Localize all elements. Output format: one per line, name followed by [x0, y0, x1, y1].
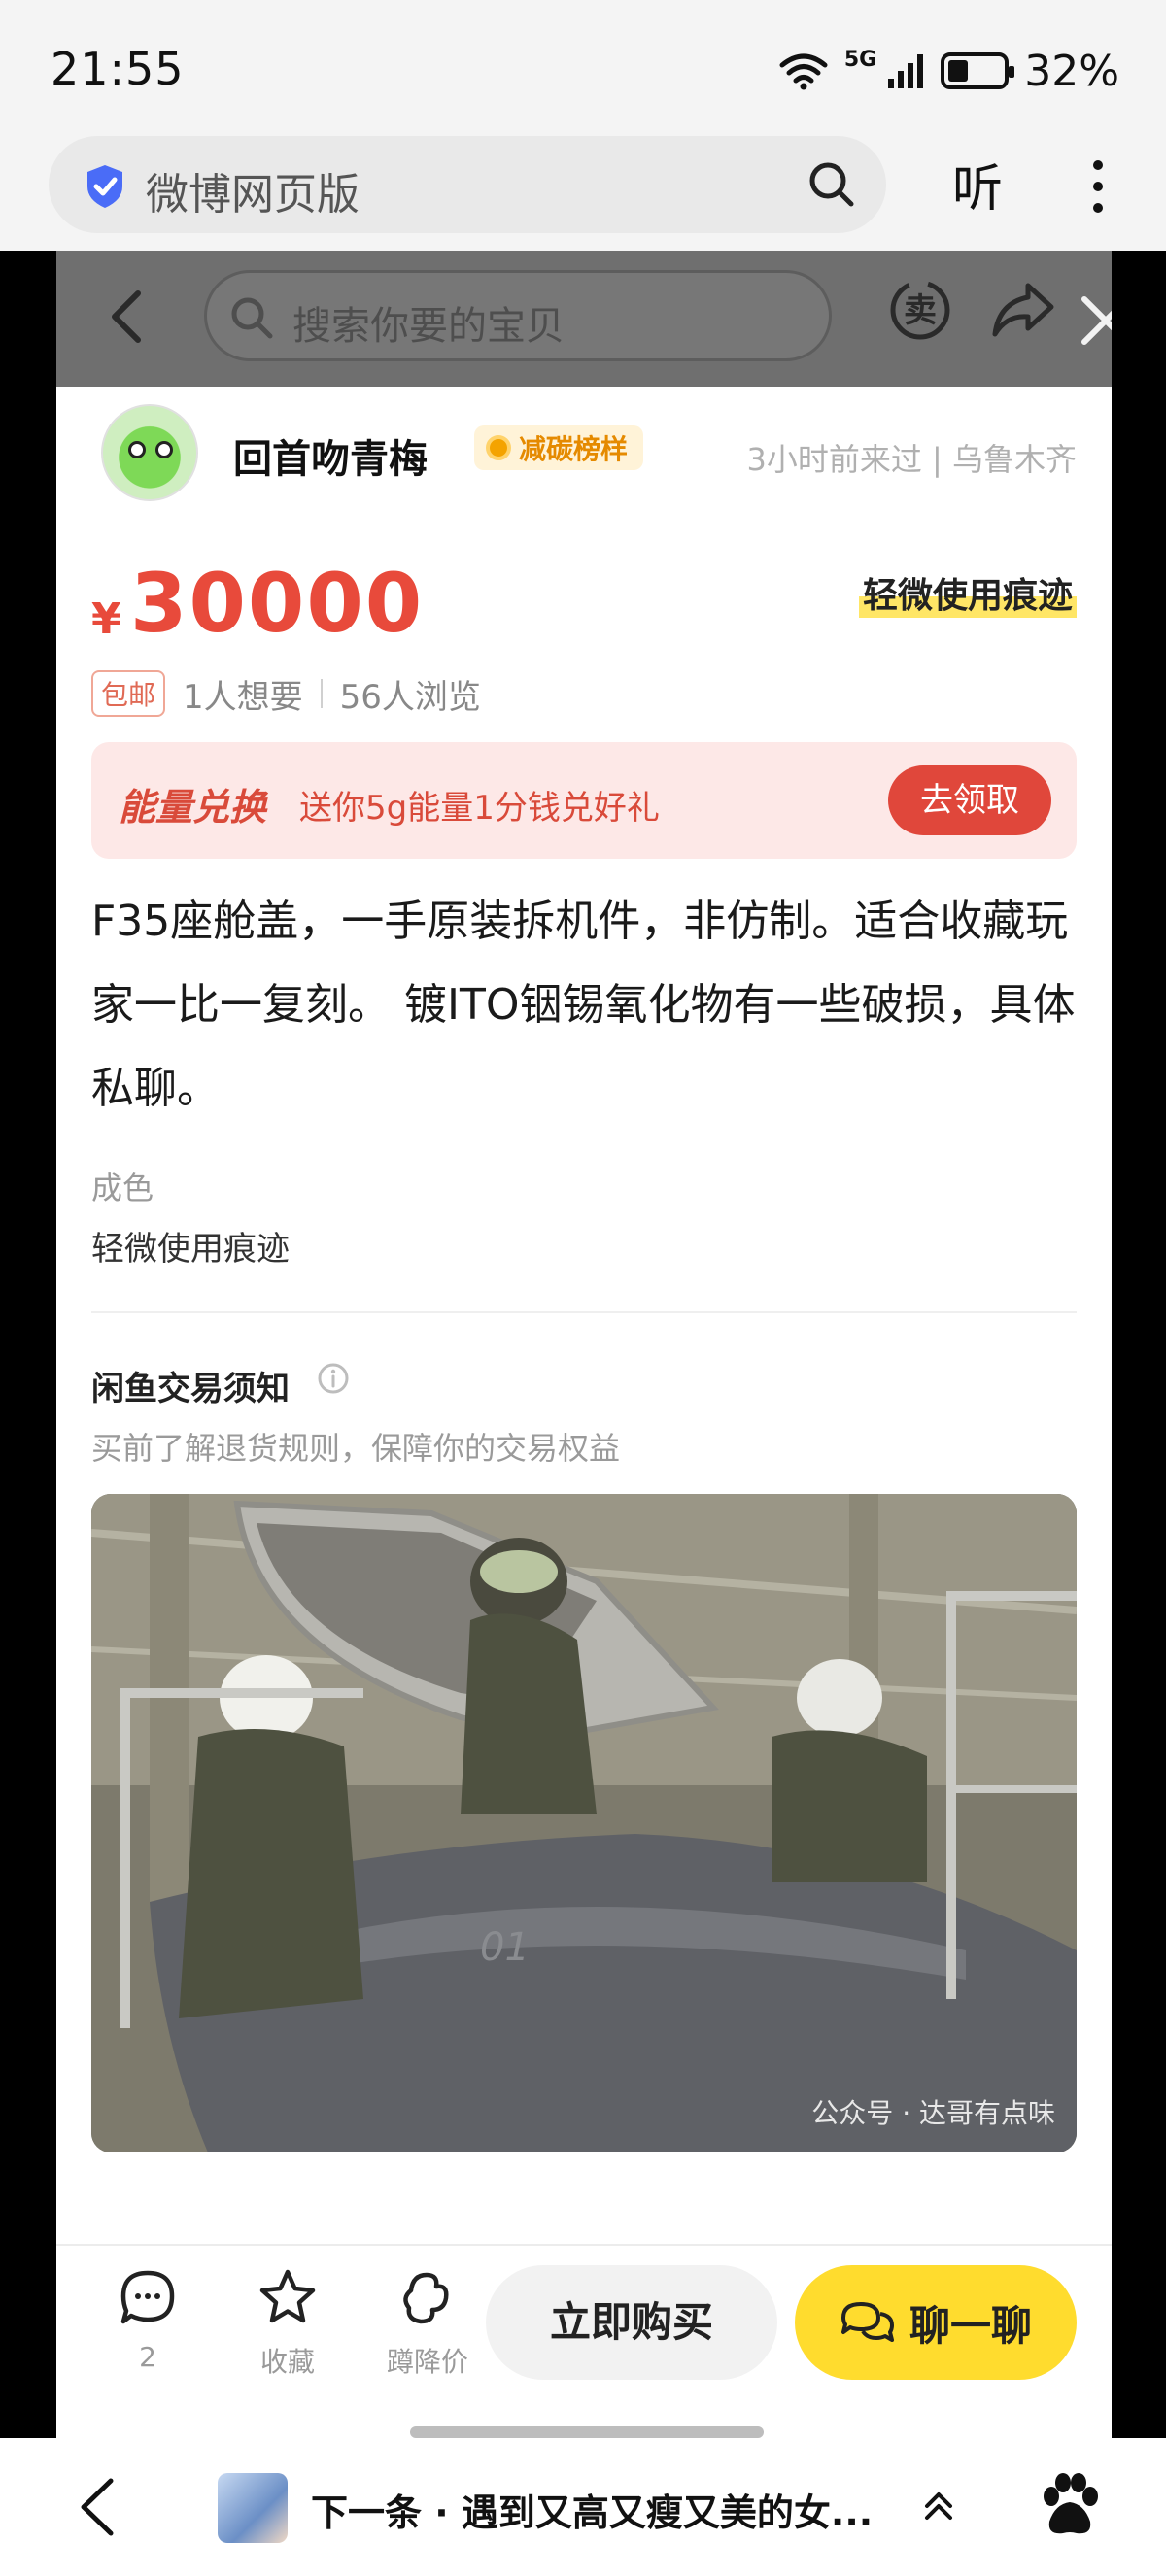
- more-menu-icon[interactable]: [1079, 157, 1117, 216]
- comments-count: 2: [139, 2341, 156, 2373]
- close-icon[interactable]: [1079, 293, 1112, 348]
- chat-bubble-icon: [840, 2302, 894, 2342]
- chat-label: 聊一聊: [909, 2301, 1032, 2350]
- views-count: 56人浏览: [339, 677, 481, 717]
- browser-toolbar: 微博网页版 听: [0, 136, 1166, 251]
- energy-description: 送你5g能量1分钱兑好礼: [299, 789, 660, 828]
- back-icon[interactable]: [76, 2475, 119, 2539]
- status-time: 21:55: [51, 43, 185, 95]
- item-description: F35座舱盖，一手原装拆机件，非仿制。适合收藏玩家一比一复刻。 镀ITO铟锡氧化…: [91, 897, 1076, 1113]
- status-bar: 21:55 5G 32%: [0, 0, 1166, 136]
- badge-coin-icon: [486, 435, 511, 460]
- favorite-button[interactable]: 收藏: [229, 2267, 346, 2380]
- seller-row[interactable]: 回首吻青梅 减碳榜样 3小时前来过 | 乌鲁木齐: [56, 387, 1112, 528]
- chat-button[interactable]: 聊一聊: [795, 2265, 1077, 2380]
- listing-top-nav: 搜索你要的宝贝 卖: [56, 251, 1112, 387]
- sell-label: 卖: [904, 291, 937, 330]
- listing-screen: 搜索你要的宝贝 卖 回首吻青梅 减碳榜样 3小时前来过 | 乌鲁木齐 ¥ 300…: [56, 251, 1112, 2438]
- photo-watermark: 公众号 · 达哥有点味: [811, 2097, 1055, 2129]
- seller-name[interactable]: 回首吻青梅: [233, 427, 428, 484]
- condition-tag: 轻微使用痕迹: [858, 567, 1077, 618]
- condition-label: 成色: [91, 1169, 154, 1206]
- next-post-title[interactable]: 下一条 · 遇到又高又瘦又美的女...: [311, 2483, 873, 2536]
- energy-title: 能量兑换: [119, 786, 267, 829]
- search-icon[interactable]: [806, 159, 857, 210]
- listen-button[interactable]: 听: [952, 148, 1003, 220]
- listing-search-placeholder: 搜索你要的宝贝: [292, 304, 565, 349]
- free-shipping-badge: 包邮: [91, 670, 166, 717]
- listing-card: 回首吻青梅 减碳榜样 3小时前来过 | 乌鲁木齐 ¥ 30000 轻微使用痕迹 …: [56, 387, 1112, 2244]
- listing-search-input[interactable]: 搜索你要的宝贝: [204, 270, 832, 361]
- trade-notice-subtitle: 买前了解退货规则，保障你的交易权益: [91, 1430, 621, 1467]
- address-text: 微博网页版: [146, 170, 360, 220]
- search-icon: [231, 297, 273, 339]
- price: 30000: [130, 556, 425, 651]
- home-indicator: [410, 2426, 764, 2438]
- back-chevron-icon[interactable]: [107, 288, 146, 346]
- listing-bottom-bar: 2 收藏 蹲降价 立即购买 聊一聊: [56, 2244, 1112, 2438]
- divider: [91, 1311, 1077, 1313]
- shield-check-icon: [87, 165, 122, 208]
- info-icon[interactable]: [317, 1362, 350, 1395]
- share-icon[interactable]: [991, 280, 1055, 342]
- condition-value: 轻微使用痕迹: [91, 1230, 290, 1269]
- address-bar[interactable]: 微博网页版: [49, 136, 886, 233]
- claim-button[interactable]: 去领取: [888, 765, 1051, 835]
- price-drop-label: 蹲降价: [386, 2346, 468, 2378]
- product-photo[interactable]: 01 公众号 · 达哥有点味: [91, 1494, 1077, 2152]
- seller-avatar[interactable]: [101, 404, 198, 501]
- price-row: ¥ 30000 轻微使用痕迹: [56, 542, 1112, 659]
- battery-icon: [941, 52, 1015, 89]
- network-label: 5G: [843, 47, 877, 72]
- svg-text:01: 01: [480, 1925, 530, 1970]
- favorite-label: 收藏: [259, 2346, 315, 2378]
- battery-percentage: 32%: [1024, 46, 1119, 96]
- comments-button[interactable]: 2: [89, 2267, 206, 2373]
- chevron-up-icon[interactable]: [921, 2489, 956, 2524]
- star-icon: [259, 2269, 316, 2323]
- browser-bottom-bar: 下一条 · 遇到又高又瘦又美的女...: [0, 2438, 1166, 2576]
- signal-icon: [888, 54, 924, 88]
- wifi-icon: [779, 53, 828, 90]
- price-drop-icon: [403, 2272, 449, 2324]
- status-icons: 5G 32%: [778, 46, 1119, 96]
- next-post-thumbnail[interactable]: [218, 2473, 288, 2543]
- price-drop-button[interactable]: 蹲降价: [369, 2267, 486, 2380]
- comment-icon: [120, 2270, 175, 2324]
- page-frame: 搜索你要的宝贝 卖 回首吻青梅 减碳榜样 3小时前来过 | 乌鲁木齐 ¥ 300…: [0, 251, 1166, 2438]
- seller-last-seen: 3小时前来过 | 乌鲁木齐: [746, 441, 1078, 478]
- carbon-badge: 减碳榜样: [474, 425, 644, 470]
- photo-illustration: 01: [91, 1494, 1077, 2152]
- stats-row: 包邮 1人想要 56人浏览: [91, 668, 481, 719]
- energy-exchange-banner[interactable]: 能量兑换 送你5g能量1分钱兑好礼 去领取: [91, 742, 1077, 859]
- sell-icon[interactable]: 卖: [888, 278, 952, 342]
- trade-notice-title[interactable]: 闲鱼交易须知: [91, 1362, 290, 1409]
- buy-now-button[interactable]: 立即购买: [486, 2265, 777, 2380]
- carbon-badge-label: 减碳榜样: [519, 433, 629, 465]
- divider: [320, 679, 323, 708]
- baidu-paw-icon[interactable]: [1038, 2471, 1102, 2541]
- currency-symbol: ¥: [91, 594, 121, 644]
- wants-count: 1人想要: [183, 677, 303, 717]
